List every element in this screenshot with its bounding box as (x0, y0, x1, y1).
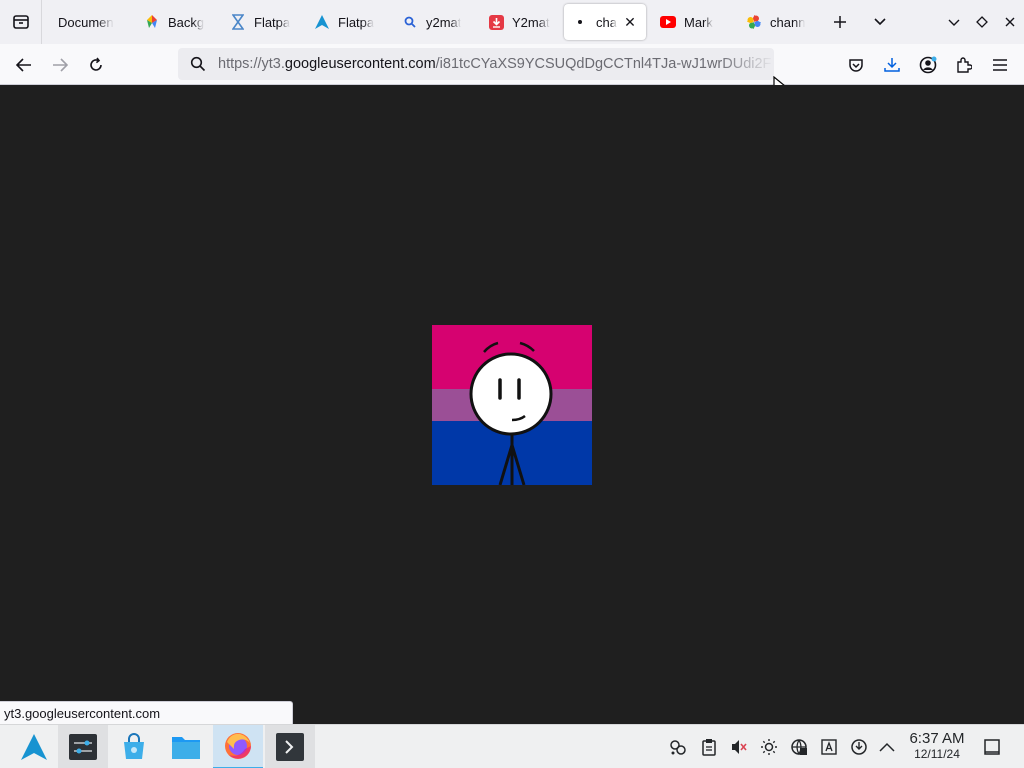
figure-head (469, 352, 553, 436)
download-icon (884, 58, 900, 72)
firefox-view-icon (12, 15, 29, 29)
clock-date: 12/11/24 (914, 747, 960, 761)
tab-title: Flatpa (254, 14, 291, 30)
url-path: /i81tcCYaXS9YCSUQdDgCCTnl4TJa-wJ1wrDUdi2… (435, 56, 772, 72)
task-firefox[interactable] (213, 725, 263, 768)
navigation-toolbar: https://yt3.googleusercontent.com/i81tcC… (0, 44, 1024, 95)
puzzle-icon (957, 57, 972, 73)
tab-title: cha (596, 14, 617, 30)
new-tab-button[interactable] (826, 8, 854, 36)
plus-icon (834, 16, 846, 28)
brightness-icon[interactable] (759, 737, 779, 757)
status-url-tooltip: yt3.googleusercontent.com (0, 701, 293, 724)
tab-title: Flatpa (338, 14, 375, 30)
dot-icon (572, 14, 588, 30)
tab-8[interactable]: Mark (652, 4, 736, 40)
updates-icon[interactable] (849, 737, 869, 757)
photos-icon (746, 14, 762, 30)
taskbar: 6:37 AM 12/11/24 (0, 724, 1024, 768)
tab-title: y2mat (426, 14, 462, 30)
arch-launcher-icon (21, 734, 47, 760)
close-icon (1005, 17, 1015, 27)
tab-3[interactable]: Flatpa (222, 4, 304, 40)
search-icon (178, 56, 218, 72)
digital-clock[interactable]: 6:37 AM 12/11/24 (900, 730, 974, 761)
tab-4[interactable]: Flatpa (306, 4, 388, 40)
hourglass-icon (230, 14, 246, 30)
maximize-icon (976, 16, 988, 28)
account-button[interactable] (913, 50, 943, 80)
forward-button[interactable] (45, 50, 75, 80)
tab-2[interactable]: Backg (136, 4, 216, 40)
chevron-down-icon (874, 18, 886, 26)
list-all-tabs-button[interactable] (866, 8, 894, 36)
firefox-view-button[interactable] (0, 0, 42, 44)
back-button[interactable] (9, 50, 39, 80)
pocket-icon (849, 58, 863, 72)
reload-icon (90, 57, 102, 71)
url-prefix: https://yt3. (218, 56, 285, 72)
address-bar[interactable]: https://yt3.googleusercontent.com/i81tcC… (178, 48, 774, 80)
pinwheel-icon (144, 14, 160, 30)
minimize-icon (948, 19, 960, 26)
downloads-button[interactable] (877, 50, 907, 80)
input-method-icon[interactable] (819, 737, 839, 757)
hamburger-menu-icon (993, 59, 1007, 71)
application-launcher[interactable] (9, 725, 59, 768)
kde-connect-icon[interactable] (668, 737, 688, 757)
tab-1[interactable]: Documen (48, 4, 130, 40)
download-icon (488, 14, 504, 30)
search-icon (402, 14, 418, 30)
tab-5[interactable]: y2mat (394, 4, 478, 40)
extensions-button[interactable] (949, 50, 979, 80)
pocket-button[interactable] (841, 50, 871, 80)
store-bag-icon (124, 733, 144, 759)
task-terminal[interactable] (265, 725, 315, 768)
tab-7-active[interactable]: cha ✕ (564, 4, 646, 40)
terminal-icon (276, 733, 304, 761)
arrow-left-icon (16, 58, 31, 72)
channel-profile-image (432, 325, 592, 485)
tab-title: Backg (168, 14, 205, 30)
tray-expand-chevron-up-icon[interactable] (877, 737, 897, 757)
close-tab-icon[interactable]: ✕ (623, 14, 637, 31)
folder-icon (172, 737, 200, 759)
show-desktop-icon (984, 739, 1000, 755)
maximize-button[interactable] (968, 8, 996, 36)
settings-app-icon (69, 734, 97, 760)
tab-title: Mark (684, 14, 713, 30)
show-desktop-button[interactable] (982, 737, 1002, 757)
volume-muted-icon[interactable] (729, 737, 749, 757)
tab-title: chann (770, 14, 806, 30)
tab-strip: Documen Backg Flatpa Flatpa y2mat Y2mat (0, 0, 1024, 44)
reload-button[interactable] (81, 50, 111, 80)
clock-time: 6:37 AM (909, 730, 965, 747)
url-host: googleusercontent.com (284, 56, 436, 72)
tab-6[interactable]: Y2mat (480, 4, 562, 40)
task-discover[interactable] (109, 725, 159, 768)
menu-button[interactable] (985, 50, 1015, 80)
tab-title: Documen (58, 14, 114, 30)
youtube-icon (660, 14, 676, 30)
tab-9[interactable]: chann (738, 4, 820, 40)
url-text: https://yt3.googleusercontent.com/i81tcC… (218, 56, 774, 72)
arch-icon (314, 14, 330, 30)
arrow-right-icon (53, 58, 68, 72)
network-icon[interactable] (789, 737, 809, 757)
minimize-button[interactable] (940, 8, 968, 36)
close-window-button[interactable] (996, 8, 1024, 36)
page-content (0, 85, 1024, 724)
firefox-icon (225, 733, 251, 759)
account-icon (919, 56, 937, 74)
tab-title: Y2mat (512, 14, 550, 30)
task-file-manager[interactable] (161, 725, 211, 768)
task-system-settings[interactable] (58, 725, 108, 768)
clipboard-icon[interactable] (699, 737, 719, 757)
